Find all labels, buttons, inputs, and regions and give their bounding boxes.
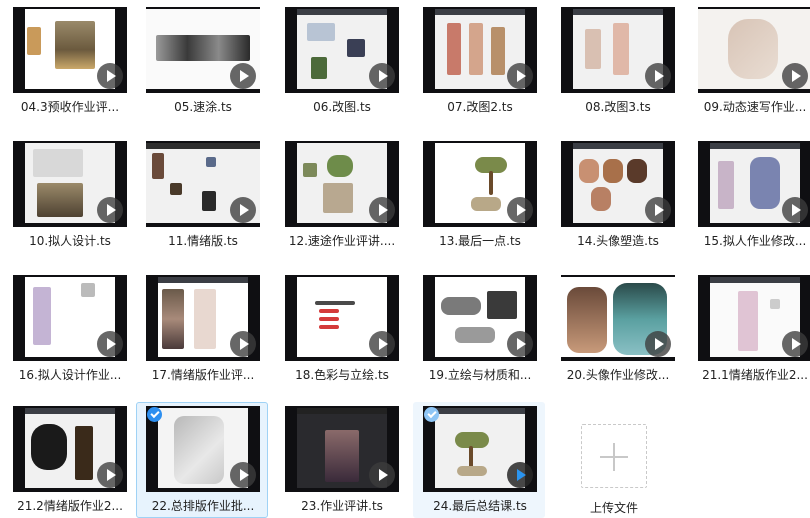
video-tile[interactable]: 09.动态速写作业... (688, 3, 810, 119)
video-thumbnail (13, 406, 127, 492)
play-icon[interactable] (369, 197, 395, 223)
play-icon[interactable] (230, 331, 256, 357)
play-icon[interactable] (507, 197, 533, 223)
video-thumbnail (561, 7, 675, 93)
play-icon[interactable] (369, 462, 395, 488)
video-tile[interactable]: 21.1情绪版作业2... (688, 271, 810, 387)
video-thumbnail (13, 141, 127, 227)
video-tile[interactable]: 20.头像作业修改... (551, 271, 683, 387)
video-tile[interactable]: 21.2情绪版作业2... (3, 402, 135, 518)
play-icon[interactable] (97, 63, 123, 89)
play-icon[interactable] (507, 331, 533, 357)
video-tile-hover[interactable]: 24.最后总结课.ts (413, 402, 545, 518)
play-icon[interactable] (782, 63, 808, 89)
file-name[interactable]: 16.拟人设计作业... (6, 366, 134, 383)
play-icon[interactable] (782, 331, 808, 357)
file-name[interactable]: 09.动态速写作业... (691, 98, 810, 115)
file-name[interactable]: 10.拟人设计.ts (6, 232, 134, 249)
video-tile[interactable]: 12.速途作业评讲.... (275, 137, 407, 253)
video-thumbnail (146, 141, 260, 227)
file-name[interactable]: 05.速涂.ts (139, 98, 267, 115)
upload-label[interactable]: 上传文件 (569, 499, 659, 516)
video-thumbnail (423, 7, 537, 93)
video-thumbnail (423, 406, 537, 492)
checkbox-checked-icon[interactable] (147, 407, 162, 422)
file-name[interactable]: 23.作业评讲.ts (278, 497, 406, 514)
file-name[interactable]: 11.情绪版.ts (139, 232, 267, 249)
video-tile[interactable]: 10.拟人设计.ts (3, 137, 135, 253)
video-thumbnail (698, 275, 810, 361)
video-tile[interactable]: 04.3预收作业评... (3, 3, 135, 119)
video-tile[interactable]: 19.立绘与材质和... (413, 271, 545, 387)
file-name[interactable]: 07.改图2.ts (416, 98, 544, 115)
video-tile[interactable]: 23.作业评讲.ts (275, 402, 407, 518)
video-thumbnail (146, 7, 260, 93)
play-icon[interactable] (97, 197, 123, 223)
play-icon[interactable] (645, 331, 671, 357)
checkbox-icon[interactable] (424, 407, 439, 422)
play-icon[interactable] (782, 197, 808, 223)
video-tile[interactable]: 11.情绪版.ts (136, 137, 268, 253)
play-icon[interactable] (230, 197, 256, 223)
video-tile[interactable]: 07.改图2.ts (413, 3, 545, 119)
file-name[interactable]: 04.3预收作业评... (6, 98, 134, 115)
video-tile[interactable]: 18.色彩与立绘.ts (275, 271, 407, 387)
video-tile[interactable]: 17.情绪版作业评... (136, 271, 268, 387)
video-thumbnail (423, 275, 537, 361)
video-thumbnail (285, 406, 399, 492)
play-icon[interactable] (97, 462, 123, 488)
video-thumbnail (285, 275, 399, 361)
file-name[interactable]: 08.改图3.ts (554, 98, 682, 115)
play-icon[interactable] (507, 462, 533, 488)
video-tile[interactable]: 15.拟人作业修改... (688, 137, 810, 253)
video-tile[interactable]: 16.拟人设计作业... (3, 271, 135, 387)
video-thumbnail (146, 275, 260, 361)
video-tile[interactable]: 14.头像塑造.ts (551, 137, 683, 253)
file-name[interactable]: 22.总排版作业批... (139, 497, 267, 514)
video-tile[interactable]: 08.改图3.ts (551, 3, 683, 119)
file-grid: 04.3预收作业评... 05.速涂.ts 06.改图.ts 07.改图2.ts… (0, 0, 810, 518)
file-name[interactable]: 15.拟人作业修改... (691, 232, 810, 249)
file-name[interactable]: 17.情绪版作业评... (139, 366, 267, 383)
video-tile-selected[interactable]: 22.总排版作业批... (136, 402, 268, 518)
video-tile[interactable]: 13.最后一点.ts (413, 137, 545, 253)
play-icon[interactable] (369, 63, 395, 89)
file-name[interactable]: 24.最后总结课.ts (416, 497, 544, 514)
file-name[interactable]: 20.头像作业修改... (554, 366, 682, 383)
video-thumbnail (146, 406, 260, 492)
video-tile[interactable]: 05.速涂.ts (136, 3, 268, 119)
video-thumbnail (698, 7, 810, 93)
play-icon[interactable] (97, 331, 123, 357)
file-name[interactable]: 18.色彩与立绘.ts (278, 366, 406, 383)
upload-button[interactable] (581, 424, 647, 488)
file-name[interactable]: 21.2情绪版作业2... (6, 497, 134, 514)
video-thumbnail (561, 141, 675, 227)
play-icon[interactable] (645, 197, 671, 223)
file-name[interactable]: 14.头像塑造.ts (554, 232, 682, 249)
file-name[interactable]: 06.改图.ts (278, 98, 406, 115)
upload-tile[interactable]: 上传文件 (566, 418, 660, 518)
video-thumbnail (285, 141, 399, 227)
video-tile[interactable]: 06.改图.ts (275, 3, 407, 119)
play-icon[interactable] (369, 331, 395, 357)
play-icon[interactable] (645, 63, 671, 89)
video-thumbnail (13, 275, 127, 361)
file-name[interactable]: 19.立绘与材质和... (416, 366, 544, 383)
play-icon[interactable] (230, 63, 256, 89)
file-name[interactable]: 12.速途作业评讲.... (278, 232, 406, 249)
video-thumbnail (13, 7, 127, 93)
video-thumbnail (285, 7, 399, 93)
video-thumbnail (423, 141, 537, 227)
video-thumbnail (561, 275, 675, 361)
play-icon[interactable] (230, 462, 256, 488)
file-name[interactable]: 13.最后一点.ts (416, 232, 544, 249)
video-thumbnail (698, 141, 810, 227)
play-icon[interactable] (507, 63, 533, 89)
file-name[interactable]: 21.1情绪版作业2... (691, 366, 810, 383)
